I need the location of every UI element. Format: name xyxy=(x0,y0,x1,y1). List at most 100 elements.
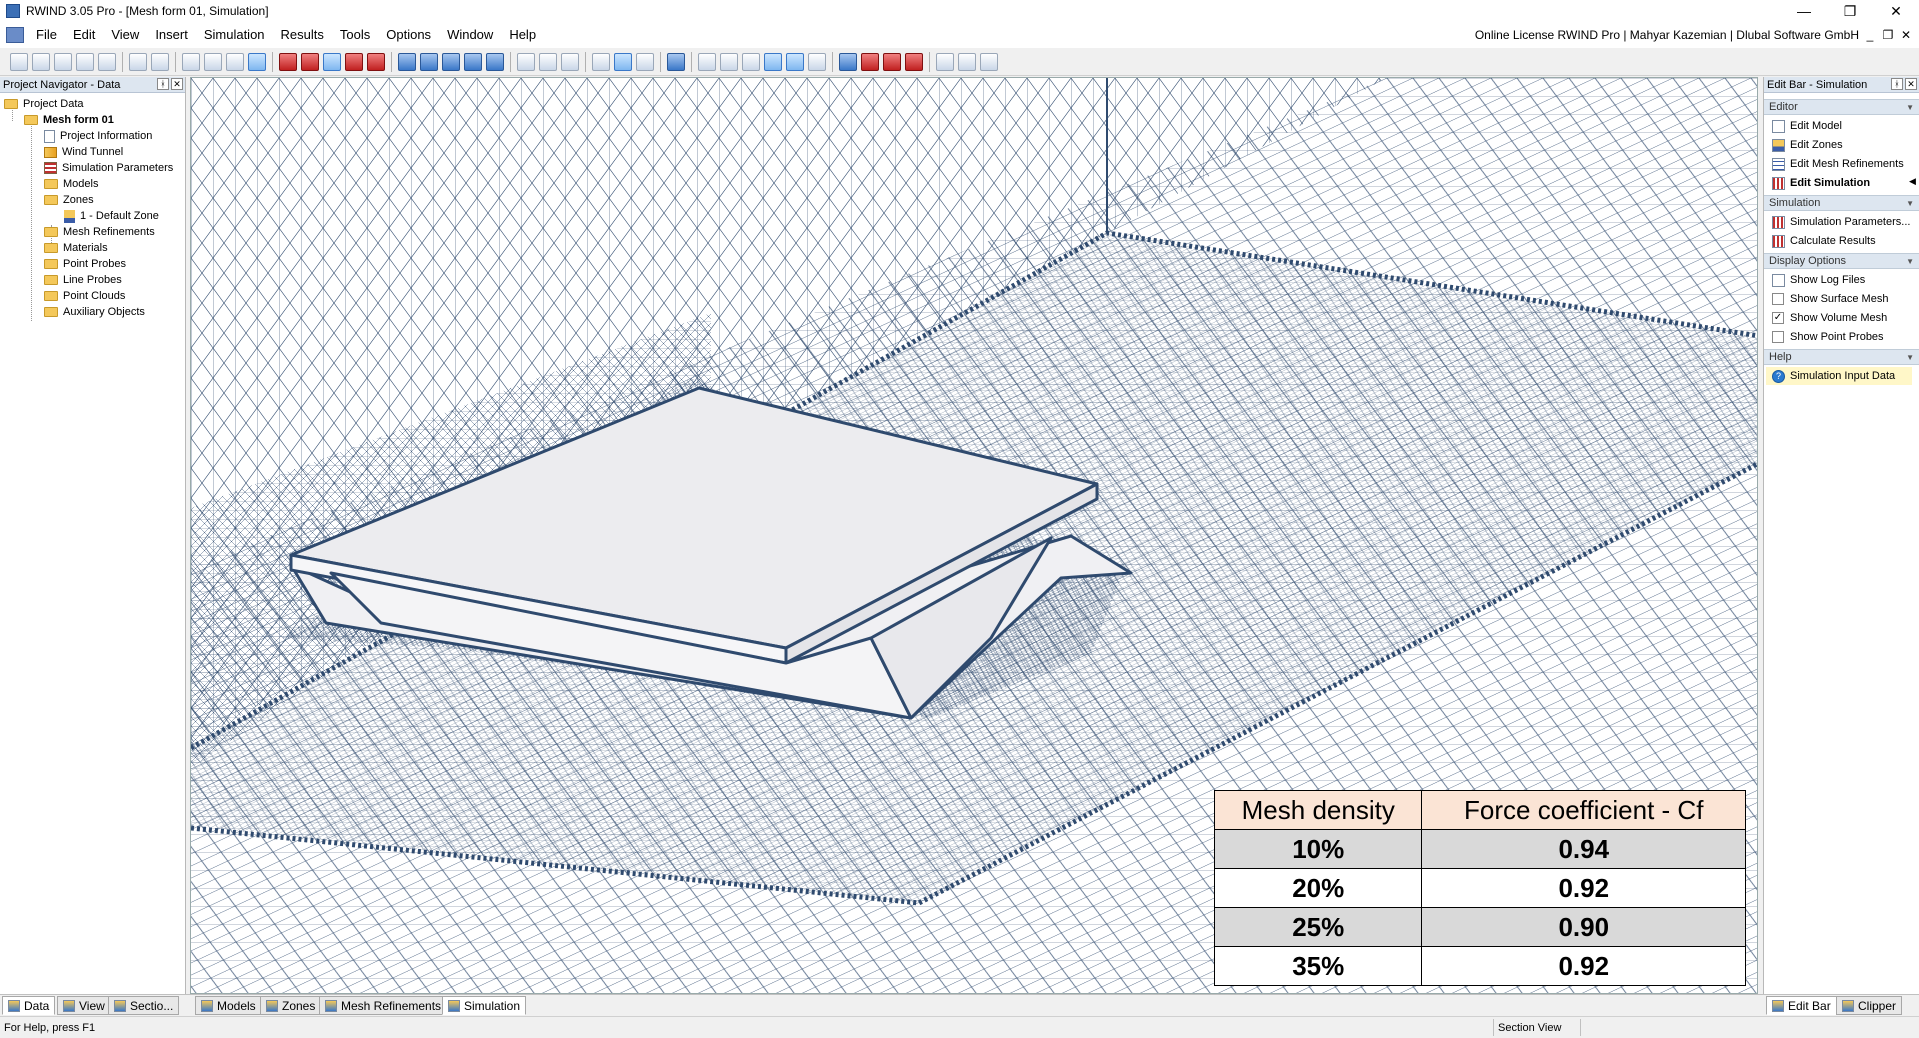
tab-data[interactable]: Data xyxy=(2,996,55,1015)
tab-models[interactable]: Models xyxy=(195,996,262,1015)
layers-icon[interactable] xyxy=(742,53,760,71)
calculate-results-button[interactable]: Calculate Results xyxy=(1772,232,1876,250)
checkbox-checked[interactable]: ✓ xyxy=(1772,312,1784,324)
close-icon[interactable]: ✕ xyxy=(1905,78,1917,90)
rotate-icon[interactable] xyxy=(345,53,363,71)
checkbox[interactable] xyxy=(1772,331,1784,343)
tree-item-simulation-parameters[interactable]: Simulation Parameters xyxy=(44,160,173,176)
view-x-icon[interactable] xyxy=(539,53,557,71)
section-editor[interactable]: Editor ▼ xyxy=(1764,99,1919,115)
close-button[interactable]: ✕ xyxy=(1873,0,1919,22)
clipping-icon[interactable] xyxy=(786,53,804,71)
options-icon[interactable] xyxy=(980,53,998,71)
tab-simulation[interactable]: Simulation xyxy=(442,996,526,1015)
tab-zones[interactable]: Zones xyxy=(260,996,321,1015)
restore-button[interactable]: ❐ xyxy=(1827,0,1873,22)
tree-item-line-probes[interactable]: Line Probes xyxy=(44,272,122,288)
section-display-options[interactable]: Display Options ▼ xyxy=(1764,253,1919,269)
new-file-icon[interactable] xyxy=(10,53,28,71)
menu-window[interactable]: Window xyxy=(439,22,501,48)
edit-mesh-refinements-button[interactable]: Edit Mesh Refinements xyxy=(1772,155,1904,173)
solid-icon[interactable] xyxy=(883,53,901,71)
settings-icon[interactable] xyxy=(936,53,954,71)
cube-view-icon[interactable] xyxy=(667,53,685,71)
show-surface-mesh-checkbox[interactable]: Show Surface Mesh xyxy=(1772,290,1888,308)
tree-item-models[interactable]: Models xyxy=(44,176,98,192)
save-icon[interactable] xyxy=(54,53,72,71)
mdi-minimize-button[interactable]: _ xyxy=(1861,22,1879,48)
surface-icon[interactable] xyxy=(861,53,879,71)
tree-item-point-clouds[interactable]: Point Clouds xyxy=(44,288,125,304)
menu-insert[interactable]: Insert xyxy=(147,22,196,48)
tree-item-default-zone[interactable]: 1 - Default Zone xyxy=(64,208,159,224)
menu-results[interactable]: Results xyxy=(273,22,332,48)
tab-edit-bar[interactable]: Edit Bar xyxy=(1766,996,1837,1015)
view-y-icon[interactable] xyxy=(561,53,579,71)
menu-help[interactable]: Help xyxy=(501,22,544,48)
tree-project[interactable]: Mesh form 01 xyxy=(24,112,114,128)
show-log-files-button[interactable]: Show Log Files xyxy=(1772,271,1865,289)
select-window-icon[interactable] xyxy=(204,53,222,71)
tab-view[interactable]: View xyxy=(57,996,111,1015)
zoom-selection-icon[interactable] xyxy=(486,53,504,71)
zoom-icon[interactable] xyxy=(398,53,416,71)
tree-item-wind-tunnel[interactable]: Wind Tunnel xyxy=(44,144,123,160)
edit-zones-button[interactable]: Edit Zones xyxy=(1772,136,1843,154)
axes-icon[interactable] xyxy=(323,53,341,71)
view-iso-icon[interactable] xyxy=(517,53,535,71)
move-icon[interactable] xyxy=(367,53,385,71)
snap-icon[interactable] xyxy=(248,53,266,71)
tree-item-auxiliary-objects[interactable]: Auxiliary Objects xyxy=(44,304,145,320)
mdi-close-button[interactable]: ✕ xyxy=(1897,22,1915,48)
tree-item-project-information[interactable]: Project Information xyxy=(44,128,152,144)
menu-view[interactable]: View xyxy=(103,22,147,48)
show-point-probes-checkbox[interactable]: Show Point Probes xyxy=(1772,328,1884,346)
open-folder-icon[interactable] xyxy=(32,53,50,71)
simulation-input-data-button[interactable]: ? Simulation Input Data xyxy=(1766,367,1912,385)
document-icon[interactable] xyxy=(6,27,24,43)
edit-model-button[interactable]: Edit Model xyxy=(1772,117,1842,135)
menu-file[interactable]: File xyxy=(28,22,65,48)
tree-item-materials[interactable]: Materials xyxy=(44,240,108,256)
tree-item-point-probes[interactable]: Point Probes xyxy=(44,256,126,272)
edit-simulation-button[interactable]: Edit Simulation xyxy=(1772,174,1870,192)
mdi-restore-button[interactable]: ❐ xyxy=(1879,22,1897,48)
menu-tools[interactable]: Tools xyxy=(332,22,378,48)
menu-options[interactable]: Options xyxy=(378,22,439,48)
dimension-icon[interactable] xyxy=(720,53,738,71)
render-wire-icon[interactable] xyxy=(301,53,319,71)
zoom-previous-icon[interactable] xyxy=(464,53,482,71)
close-icon[interactable]: ✕ xyxy=(171,78,183,90)
tab-clipper[interactable]: Clipper xyxy=(1836,996,1902,1015)
redo-icon[interactable] xyxy=(151,53,169,71)
menu-simulation[interactable]: Simulation xyxy=(196,22,273,48)
zoom-window-icon[interactable] xyxy=(420,53,438,71)
pin-icon[interactable]: ᚼ xyxy=(157,78,169,90)
coordinate-icon[interactable] xyxy=(636,53,654,71)
transparent-icon[interactable] xyxy=(905,53,923,71)
menu-edit[interactable]: Edit xyxy=(65,22,103,48)
probe-icon[interactable] xyxy=(808,53,826,71)
show-volume-mesh-checkbox[interactable]: ✓ Show Volume Mesh xyxy=(1772,309,1887,327)
box-view-icon[interactable] xyxy=(592,53,610,71)
select-icon[interactable] xyxy=(182,53,200,71)
tools-icon[interactable] xyxy=(958,53,976,71)
undo-icon[interactable] xyxy=(129,53,147,71)
render-icon[interactable] xyxy=(279,53,297,71)
tab-sections[interactable]: Sectio... xyxy=(108,996,179,1015)
section-help[interactable]: Help ▼ xyxy=(1764,349,1919,365)
grid-icon[interactable] xyxy=(226,53,244,71)
section-icon[interactable] xyxy=(764,53,782,71)
measure-icon[interactable] xyxy=(698,53,716,71)
mesh-icon[interactable] xyxy=(839,53,857,71)
checkbox[interactable] xyxy=(1772,293,1784,305)
section-simulation[interactable]: Simulation ▼ xyxy=(1764,195,1919,211)
3d-viewport[interactable]: Mesh density Force coefficient - Cf 10% … xyxy=(190,77,1758,994)
perspective-icon[interactable] xyxy=(614,53,632,71)
zoom-all-icon[interactable] xyxy=(442,53,460,71)
tree-item-mesh-refinements[interactable]: Mesh Refinements xyxy=(44,224,155,240)
print-icon[interactable] xyxy=(98,53,116,71)
tree-item-zones[interactable]: Zones xyxy=(44,192,94,208)
tab-mesh-refinements[interactable]: Mesh Refinements xyxy=(319,996,447,1015)
pin-icon[interactable]: ᚼ xyxy=(1891,78,1903,90)
